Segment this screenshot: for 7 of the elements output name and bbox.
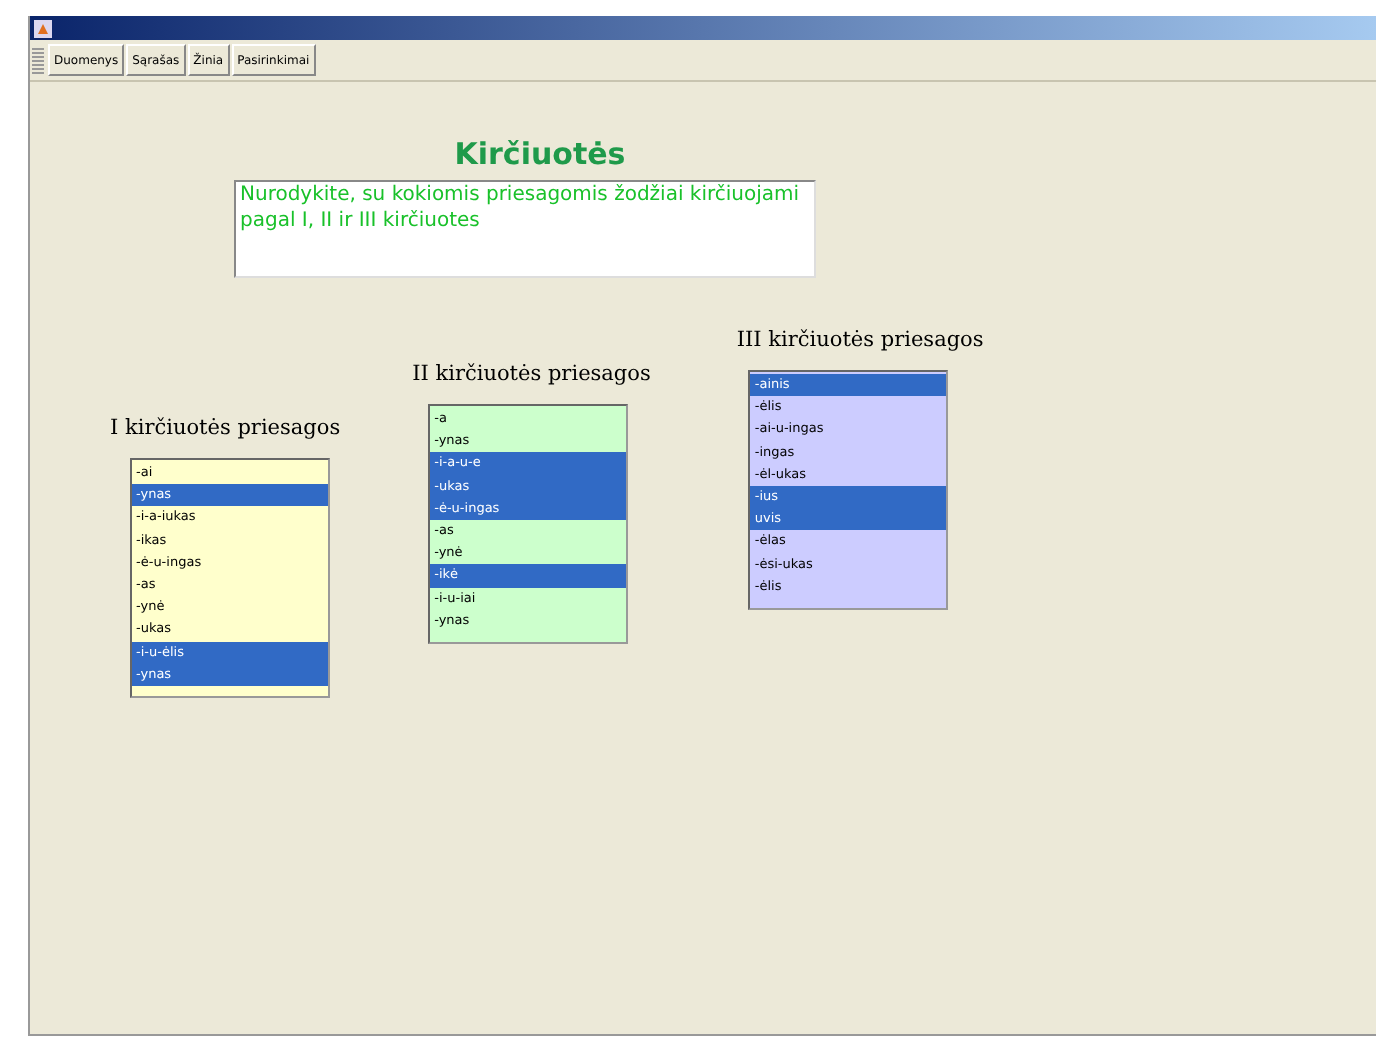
list-label: II kirčiuotės priesagos — [412, 362, 651, 390]
instruction-text: Nurodykite, su kokiomis priesagomis žodžiai kirčiuojami pagal I, II ir III kirčiuotes — [240, 184, 802, 234]
heading: Kirčiuotės — [452, 136, 628, 176]
list-label: I kirčiuotės priesagos — [110, 416, 341, 444]
app-icon — [34, 19, 52, 37]
list-label: III kirčiuotės priesagos — [736, 328, 984, 356]
toolbar-grip[interactable] — [32, 46, 44, 74]
